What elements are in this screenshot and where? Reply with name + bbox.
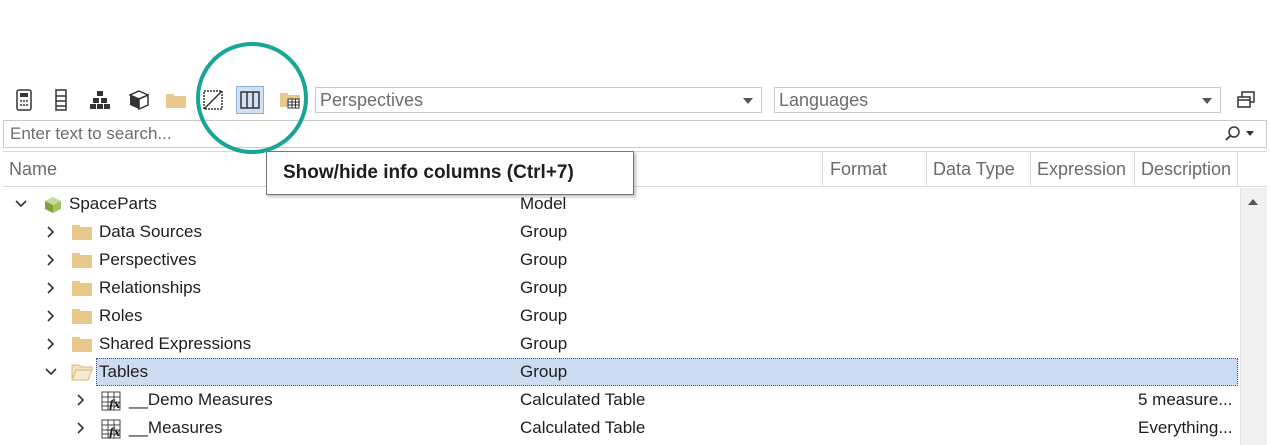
calculated-table-icon: fx <box>101 419 123 444</box>
chevron-right-icon[interactable] <box>71 414 91 442</box>
chevron-right-icon[interactable] <box>41 246 61 274</box>
chevron-down-icon[interactable] <box>41 358 61 386</box>
chevron-right-icon[interactable] <box>41 218 61 246</box>
folder-icon <box>71 279 93 302</box>
column-header: Name Format Data Type Expression Descrip… <box>3 151 1267 187</box>
tree-row-type: Group <box>520 222 568 241</box>
cube-icon[interactable] <box>125 86 153 114</box>
folder-icon <box>71 251 93 274</box>
tree-row-type: Group <box>520 250 568 269</box>
column-list-icon[interactable] <box>47 86 75 114</box>
tree-row-type: Calculated Table <box>520 390 646 409</box>
tree-row-label: SpaceParts <box>69 194 157 213</box>
chevron-right-icon[interactable] <box>71 386 91 414</box>
model-cube-icon <box>43 195 63 220</box>
folder-icon <box>71 307 93 330</box>
tree-row-type: Group <box>520 306 568 325</box>
tree-row-label: Relationships <box>99 278 202 297</box>
tree-row-label: Roles <box>99 306 143 325</box>
vertical-scrollbar[interactable] <box>1240 188 1267 445</box>
tree-row-data-sources[interactable]: Data Sources Group <box>3 218 1239 246</box>
perspectives-dropdown[interactable]: Perspectives <box>315 87 762 113</box>
search-input[interactable]: Enter text to search... <box>3 120 1267 148</box>
hierarchy-icon[interactable] <box>86 86 114 114</box>
column-header-format[interactable]: Format <box>824 152 927 186</box>
chevron-right-icon[interactable] <box>41 274 61 302</box>
column-header-description[interactable]: Description <box>1135 152 1238 186</box>
tree-row-shared-expressions[interactable]: Shared Expressions Group <box>3 330 1239 358</box>
folder-icon <box>71 335 93 358</box>
chevron-right-icon[interactable] <box>41 302 61 330</box>
column-header-data-type[interactable]: Data Type <box>927 152 1031 186</box>
tree-row-label: __Measures <box>129 418 223 437</box>
chevron-down-icon <box>743 98 753 104</box>
tree-row-demo-measures[interactable]: fx __Demo Measures Calculated Table 5 me… <box>3 386 1239 414</box>
search-icon[interactable] <box>1224 124 1260 144</box>
tree-row-type: Calculated Table <box>520 418 646 437</box>
tree-row-label: Data Sources <box>99 222 202 241</box>
window-restore-icon[interactable] <box>1236 90 1258 112</box>
tooltip: Show/hide info columns (Ctrl+7) <box>266 151 634 195</box>
tree-row-type: Group <box>520 334 568 353</box>
scroll-up-arrow-icon[interactable] <box>1240 188 1266 216</box>
folder-icon[interactable] <box>162 86 190 114</box>
folder-icon <box>71 223 93 246</box>
tree-row-description: Everything... <box>1138 418 1233 437</box>
tree-row-perspectives[interactable]: Perspectives Group <box>3 246 1239 274</box>
calculator-icon[interactable] <box>10 86 38 114</box>
languages-dropdown[interactable]: Languages <box>774 87 1221 113</box>
highlight-ring <box>196 42 308 154</box>
tree-row-label: Tables <box>99 362 149 381</box>
column-header-expression[interactable]: Expression <box>1031 152 1135 186</box>
tree-row-label: __Demo Measures <box>129 390 273 409</box>
chevron-right-icon[interactable] <box>41 330 61 358</box>
tree-row-tables[interactable]: Tables Group <box>3 358 1239 386</box>
chevron-down-icon <box>1202 98 1212 104</box>
tree-row-relationships[interactable]: Relationships Group <box>3 274 1239 302</box>
tree-row-label: Shared Expressions <box>99 334 252 353</box>
svg-text:fx: fx <box>108 426 121 439</box>
tree-row-type: Group <box>520 278 568 297</box>
tree-row-description: 5 measure... <box>1138 390 1233 409</box>
perspectives-dropdown-value: Perspectives <box>320 90 424 110</box>
folder-open-icon <box>71 363 93 386</box>
languages-dropdown-value: Languages <box>779 90 869 110</box>
tree-row-measures[interactable]: fx __Measures Calculated Table Everythin… <box>3 414 1239 442</box>
tree-row-roles[interactable]: Roles Group <box>3 302 1239 330</box>
tree-row-label: Perspectives <box>99 250 197 269</box>
search-placeholder: Enter text to search... <box>10 124 172 143</box>
tree-row-type: Group <box>520 362 568 381</box>
calculated-table-icon: fx <box>101 391 123 416</box>
chevron-down-icon[interactable] <box>11 190 31 218</box>
svg-text:fx: fx <box>108 398 121 411</box>
